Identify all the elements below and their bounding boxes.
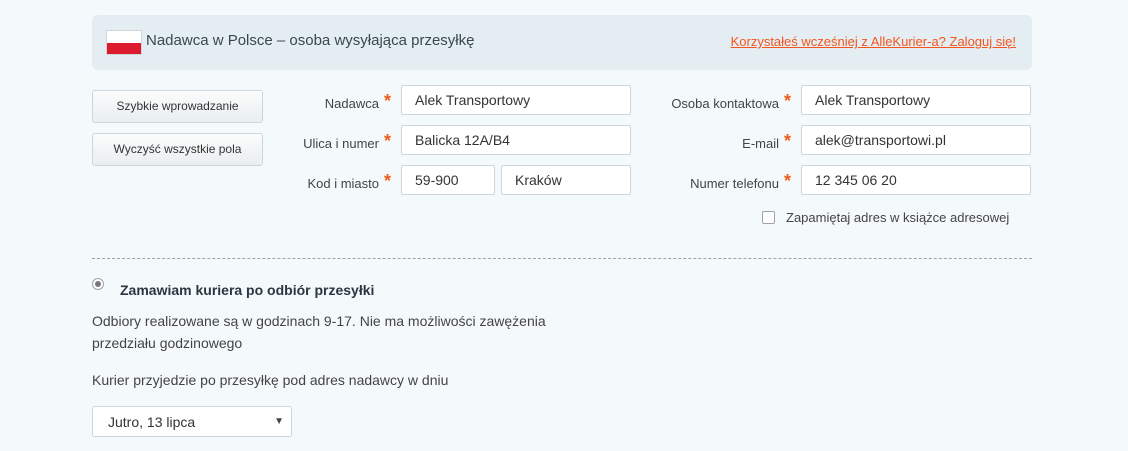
contact-input[interactable] [801, 85, 1031, 115]
contact-label: Osoba kontaktowa [671, 96, 779, 111]
pickup-date-prompt: Kurier przyjedzie po przesyłkę pod adres… [92, 372, 449, 388]
email-input[interactable] [801, 125, 1031, 155]
pickup-date-select[interactable]: Jutro, 13 lipca ▼ [92, 406, 292, 437]
postal-code-input[interactable] [401, 165, 495, 195]
sender-input[interactable] [401, 85, 631, 115]
required-mark: * [384, 171, 392, 191]
sender-header-bar: Nadawca w Polsce – osoba wysyłająca prze… [92, 15, 1032, 70]
remember-address-checkbox[interactable] [762, 211, 775, 224]
required-mark: * [384, 91, 392, 111]
required-mark: * [784, 91, 792, 111]
phone-label: Numer telefonu [690, 176, 779, 191]
required-mark: * [784, 171, 792, 191]
required-mark: * [784, 131, 792, 151]
section-title: Nadawca w Polsce – osoba wysyłająca prze… [146, 32, 475, 49]
poland-flag-icon [107, 31, 141, 54]
street-input[interactable] [401, 125, 631, 155]
clear-all-button[interactable]: Wyczyść wszystkie pola [92, 133, 263, 166]
caret-down-icon: ▼ [274, 416, 284, 427]
pickup-date-value: Jutro, 13 lipca [108, 414, 196, 430]
remember-address-label[interactable]: Zapamiętaj adres w książce adresowej [786, 210, 1009, 225]
login-link[interactable]: Korzystałeś wcześniej z AlleKurier-a? Za… [731, 34, 1016, 49]
required-mark: * [384, 131, 392, 151]
quick-entry-button[interactable]: Szybkie wprowadzanie [92, 90, 263, 123]
pickup-hours-info: Odbiory realizowane są w godzinach 9-17.… [92, 313, 546, 351]
phone-input[interactable] [801, 165, 1031, 195]
sender-label: Nadawca [324, 96, 379, 111]
order-courier-label[interactable]: Zamawiam kuriera po odbiór przesyłki [120, 282, 374, 298]
city-input[interactable] [501, 165, 631, 195]
email-label: E-mail [742, 136, 779, 151]
remember-address-row: Zapamiętaj adres w książce adresowej [762, 210, 1009, 225]
street-label: Ulica i numer [303, 136, 379, 151]
postal-city-label: Kod i miasto [307, 176, 379, 191]
section-divider [92, 258, 1032, 259]
radio-selected-dot [95, 281, 101, 287]
order-courier-radio[interactable] [92, 278, 104, 290]
